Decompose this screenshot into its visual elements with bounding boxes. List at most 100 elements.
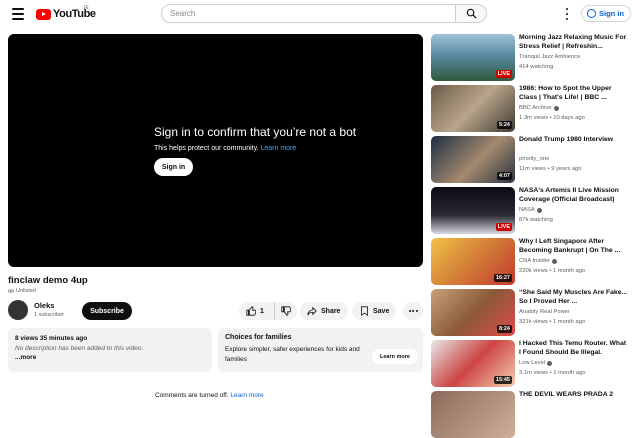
- rec-channel[interactable]: CNA Insider: [519, 258, 557, 264]
- rec-meta: 3.1m views • 1 month ago: [519, 370, 586, 376]
- subscriber-count: 1 subscriber: [34, 312, 64, 318]
- account-icon: [587, 9, 596, 18]
- recommendation-item[interactable]: LIVE Morning Jazz Relaxing Music For Str…: [431, 34, 631, 81]
- rec-title[interactable]: Morning Jazz Relaxing Music For Stress R…: [519, 34, 629, 52]
- link-icon: [8, 289, 14, 293]
- rec-channel[interactable]: Low Level: [519, 360, 553, 366]
- channel-avatar[interactable]: [8, 300, 28, 320]
- video-thumbnail[interactable]: 8:24: [431, 289, 515, 336]
- logo-country-code: IE: [84, 5, 89, 11]
- choices-learn-more-button[interactable]: Learn more: [372, 349, 418, 364]
- description-text: No description has been added to this vi…: [15, 344, 144, 352]
- recommendation-item[interactable]: 5:24 1986: How to Spot the Upper Class |…: [431, 85, 631, 132]
- share-label: Share: [321, 307, 341, 315]
- subscribe-button[interactable]: Subscribe: [82, 302, 132, 320]
- verified-icon: [553, 105, 559, 111]
- hamburger-menu-icon[interactable]: [12, 8, 24, 20]
- video-thumbnail[interactable]: 4:07: [431, 136, 515, 183]
- rec-title[interactable]: Donald Trump 1980 Interview: [519, 136, 629, 145]
- comments-off-text: Comments are turned off.: [155, 392, 229, 399]
- rec-meta: 321k views • 1 month ago: [519, 319, 586, 325]
- dislike-button[interactable]: [275, 302, 297, 320]
- verified-icon: [551, 258, 557, 264]
- rec-meta: 414 watching: [519, 64, 554, 70]
- rec-channel-name: NASA: [519, 207, 535, 213]
- video-player[interactable]: Sign in to confirm that you’re not a bot…: [8, 34, 423, 267]
- settings-more-icon[interactable]: [565, 8, 569, 20]
- rec-channel[interactable]: NASA: [519, 207, 542, 213]
- unlisted-badge: Unlisted: [8, 288, 36, 294]
- youtube-play-icon: [36, 8, 51, 20]
- rec-meta: 87k watching: [519, 217, 553, 223]
- duration-badge: 4:07: [496, 172, 512, 180]
- more-actions-icon[interactable]: [403, 302, 423, 320]
- save-button[interactable]: Save: [352, 302, 396, 320]
- bookmark-icon: [361, 306, 368, 316]
- bot-check-subtitle: This helps protect our community. Learn …: [154, 145, 296, 152]
- search-placeholder: Search: [170, 9, 196, 18]
- top-bar: YouTube IE Search Sign in: [0, 0, 640, 28]
- video-thumbnail[interactable]: 16:27: [431, 238, 515, 285]
- recommendation-item[interactable]: 16:27 Why I Left Singapore After Becomin…: [431, 238, 631, 285]
- rec-title[interactable]: I Hacked This Temu Router. What I Found …: [519, 340, 629, 358]
- rec-meta: 11m views • 9 years ago: [519, 166, 582, 172]
- search-input[interactable]: Search: [161, 4, 456, 23]
- thumbs-up-icon: [246, 306, 256, 316]
- video-thumbnail[interactable]: 15:45: [431, 340, 515, 387]
- search-button[interactable]: [456, 4, 487, 23]
- view-stats: 8 views 35 minutes ago: [15, 335, 88, 342]
- live-badge: LIVE: [495, 223, 512, 231]
- rec-channel[interactable]: Anatoly Real Power: [519, 309, 570, 315]
- bot-check-text: This helps protect our community.: [154, 145, 259, 152]
- learn-more-link[interactable]: Learn more: [260, 145, 296, 152]
- video-thumbnail[interactable]: [431, 391, 515, 438]
- like-button[interactable]: 1: [239, 302, 275, 320]
- show-more-link[interactable]: ...more: [15, 353, 205, 363]
- video-thumbnail[interactable]: LIVE: [431, 34, 515, 81]
- recommendation-item[interactable]: 4:07 Donald Trump 1980 Interview priorit…: [431, 136, 631, 183]
- verified-icon: [536, 207, 542, 213]
- live-badge: LIVE: [495, 70, 512, 78]
- sign-in-button[interactable]: Sign in: [581, 5, 631, 22]
- rec-channel[interactable]: BBC Archive: [519, 105, 559, 111]
- like-dislike-group: 1: [239, 302, 297, 320]
- player-sign-in-button[interactable]: Sign in: [154, 158, 193, 176]
- rec-channel-name: Low Level: [519, 360, 546, 366]
- logo-text: YouTube: [53, 8, 96, 20]
- thumbs-down-icon: [281, 306, 291, 316]
- rec-title[interactable]: Why I Left Singapore After Becoming Bank…: [519, 238, 629, 256]
- rec-channel-name: Tranquil Jazz Ambience: [519, 54, 581, 60]
- rec-title[interactable]: NASA's Artemis II Live Mission Coverage …: [519, 187, 629, 205]
- recommendation-item[interactable]: LIVE NASA's Artemis II Live Mission Cove…: [431, 187, 631, 234]
- description-box[interactable]: 8 views 35 minutes ago No description ha…: [8, 328, 212, 372]
- rec-meta: 1.3m views • 10 days ago: [519, 115, 585, 121]
- sign-in-label: Sign in: [599, 9, 624, 18]
- channel-name[interactable]: Oleks: [34, 301, 54, 310]
- rec-channel-name: Anatoly Real Power: [519, 309, 570, 315]
- visibility-label: Unlisted: [16, 288, 36, 294]
- like-count: 1: [260, 307, 264, 315]
- video-thumbnail[interactable]: LIVE: [431, 187, 515, 234]
- rec-meta: 220k views • 1 month ago: [519, 268, 586, 274]
- rec-title[interactable]: THE DEVIL WEARS PRADA 2: [519, 391, 629, 400]
- choices-text: Explore simpler, safer experiences for k…: [225, 346, 360, 363]
- recommendation-item[interactable]: 15:45 I Hacked This Temu Router. What I …: [431, 340, 631, 387]
- rec-channel-name: BBC Archive: [519, 105, 552, 111]
- recommendation-item[interactable]: THE DEVIL WEARS PRADA 2: [431, 391, 631, 438]
- video-thumbnail[interactable]: 5:24: [431, 85, 515, 132]
- rec-channel[interactable]: Tranquil Jazz Ambience: [519, 54, 580, 60]
- share-button[interactable]: Share: [300, 302, 348, 320]
- rec-channel-name: priority_one: [519, 156, 550, 162]
- recommendation-item[interactable]: 8:24 “She Said My Muscles Are Fake... So…: [431, 289, 631, 336]
- rec-title[interactable]: “She Said My Muscles Are Fake... So I Pr…: [519, 289, 629, 307]
- comments-status: Comments are turned off. Learn more: [155, 392, 264, 399]
- choices-title: Choices for families: [225, 334, 292, 341]
- rec-title[interactable]: 1986: How to Spot the Upper Class | That…: [519, 85, 629, 103]
- duration-badge: 8:24: [496, 325, 512, 333]
- search-icon: [466, 8, 477, 19]
- comments-learn-more-link[interactable]: Learn more: [230, 392, 263, 399]
- duration-badge: 5:24: [496, 121, 512, 129]
- rec-channel[interactable]: priority_one: [519, 156, 549, 162]
- duration-badge: 15:45: [493, 376, 512, 384]
- rec-channel-name: CNA Insider: [519, 258, 550, 264]
